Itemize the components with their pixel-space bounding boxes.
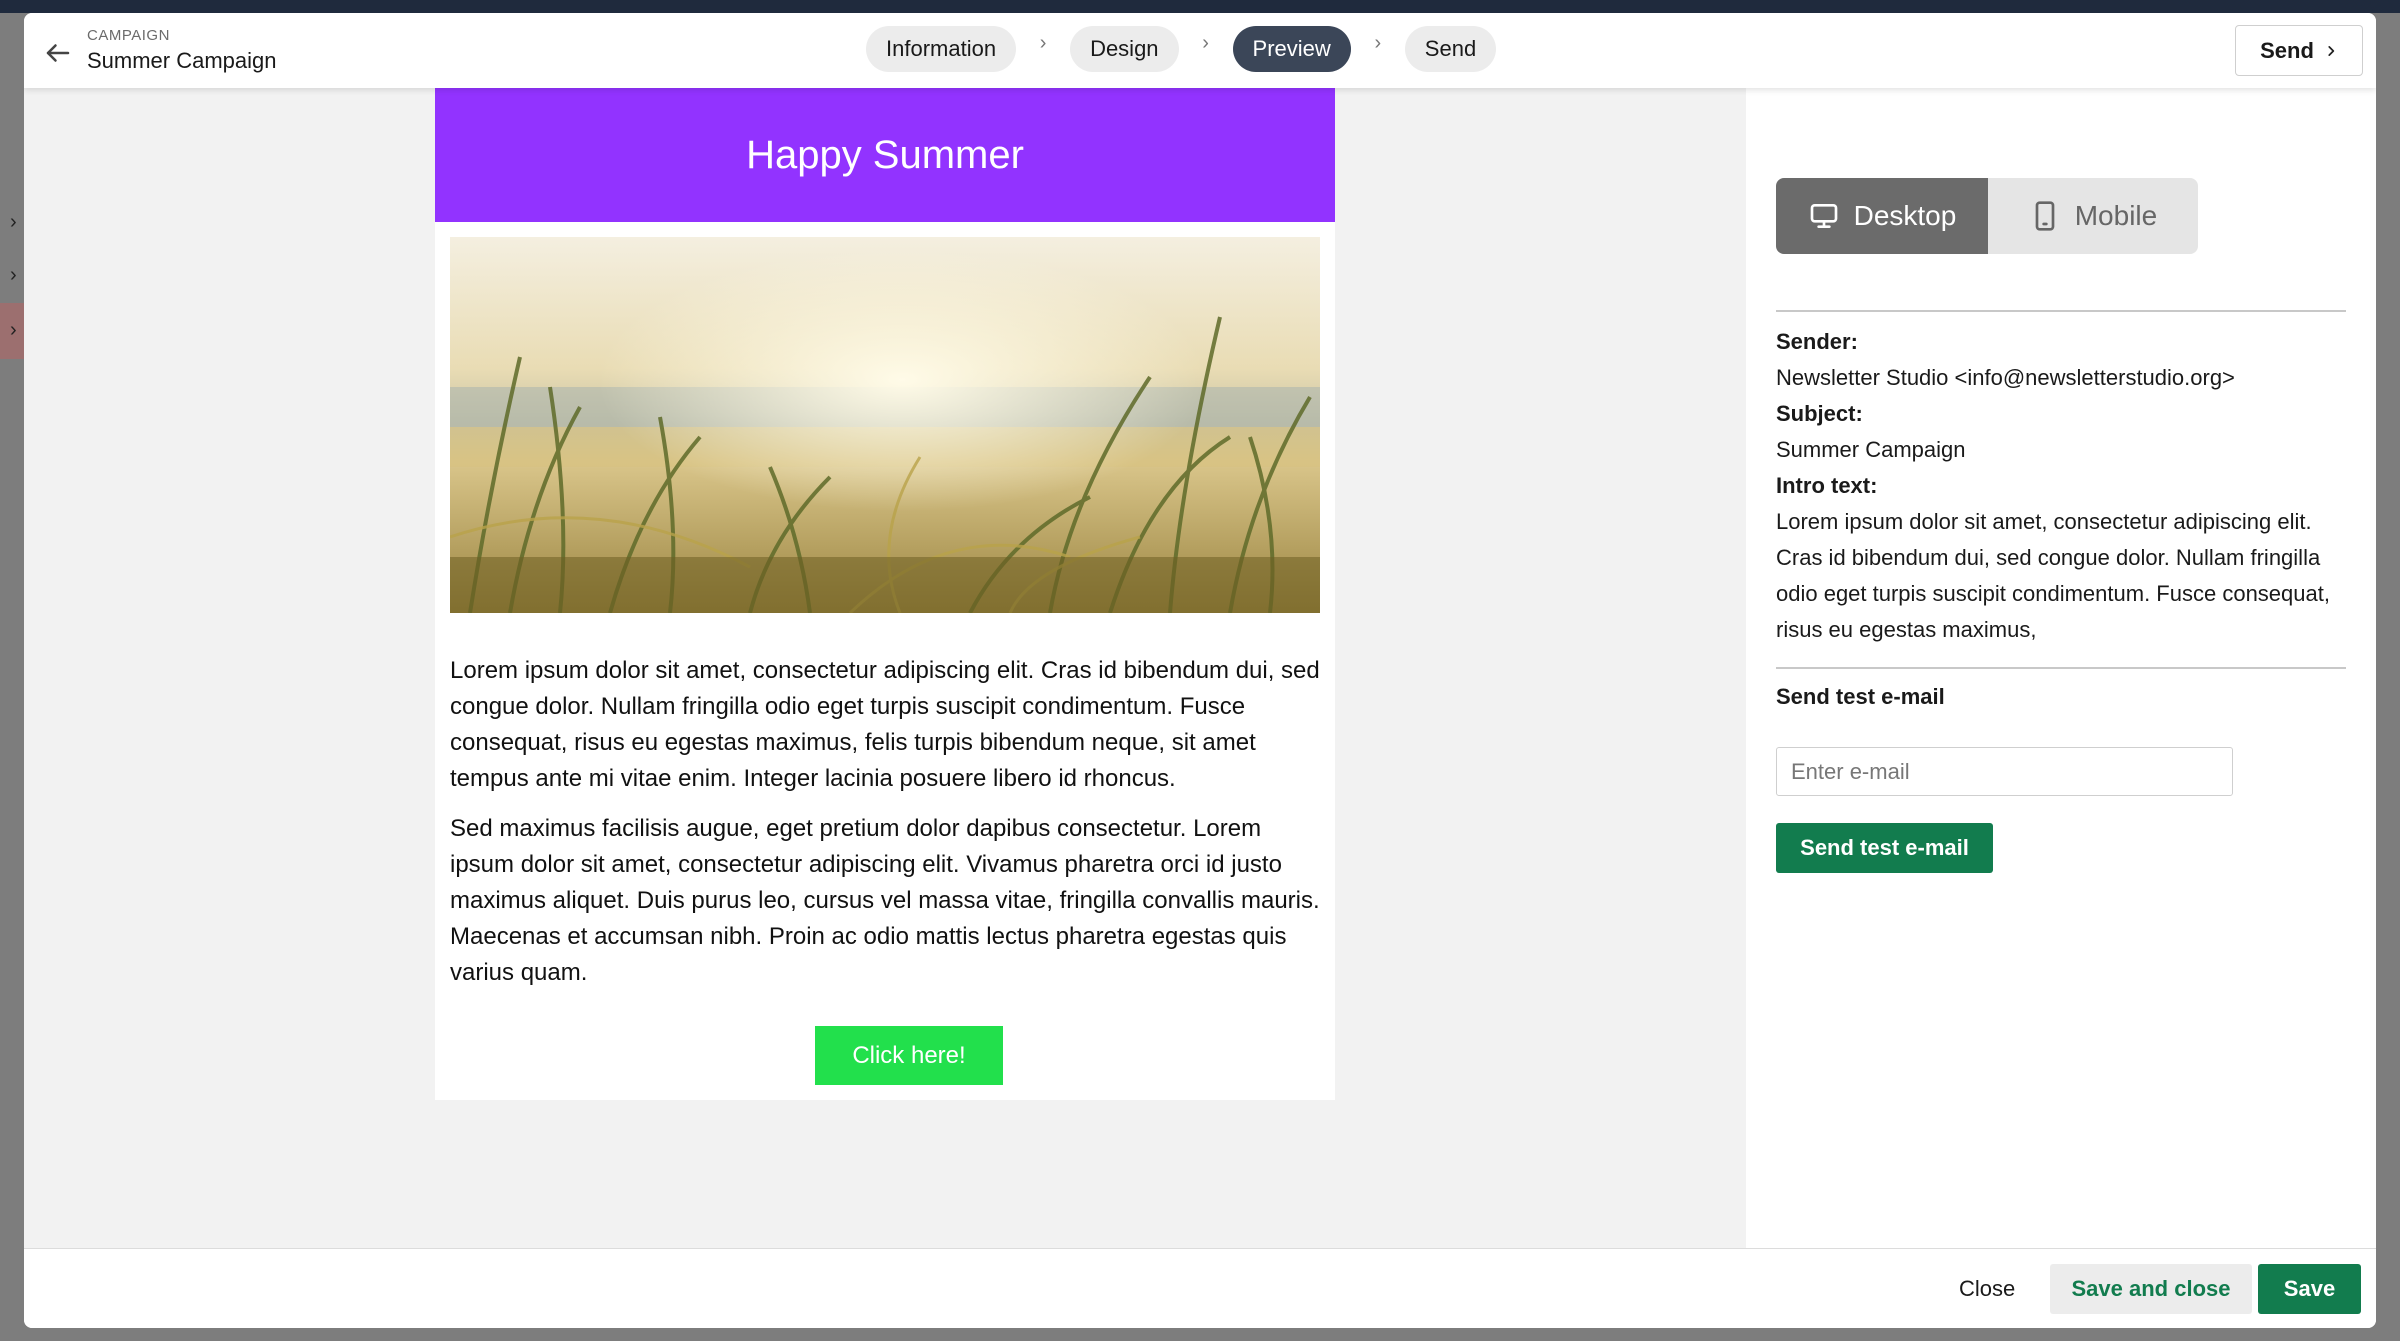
email-details: Sender: Newsletter Studio <info@newslett… [1776,324,2356,648]
test-email-input[interactable] [1776,747,2233,796]
chevron-right-icon [2328,45,2335,56]
send-test-title: Send test e-mail [1776,684,1945,709]
header-eyebrow: CAMPAIGN [87,27,170,44]
device-toggle: Desktop Mobile [1776,178,2198,254]
email-body: Lorem ipsum dolor sit amet, consectetur … [450,653,1322,1005]
step-navigation: Information › Design › Preview › Send [866,26,1497,72]
preview-settings-panel: Desktop Mobile Sender: Newsletter Studio… [1746,88,2376,1248]
modal-footer: Close Save and close Save [24,1248,2376,1328]
chevron-right-icon: › [10,319,17,341]
sender-value: Newsletter Studio <info@newsletterstudio… [1776,365,2235,390]
intro-text-value: Lorem ipsum dolor sit amet, consectetur … [1776,509,2330,642]
campaign-modal: CAMPAIGN Summer Campaign Information › D… [24,13,2376,1328]
email-preview: Happy Summer Lorem ipsum dolor sit amet,… [435,88,1335,1100]
chevron-right-icon: › [10,264,17,286]
divider [1776,310,2346,312]
save-and-close-button[interactable]: Save and close [2050,1264,2252,1314]
email-paragraph: Lorem ipsum dolor sit amet, consectetur … [450,657,1320,792]
chevron-right-icon: › [10,211,17,233]
mobile-toggle-button[interactable]: Mobile [1987,178,2198,254]
mobile-label: Mobile [2074,200,2158,231]
step-information[interactable]: Information [866,26,1017,72]
chevron-right-icon: › [1202,32,1209,54]
email-preview-area: Happy Summer Lorem ipsum dolor sit amet,… [24,88,1746,1248]
subject-label: Subject: [1776,401,1863,426]
chevron-right-icon: › [1374,32,1382,54]
mobile-icon [2035,201,2055,231]
email-paragraph: Sed maximus facilisis augue, eget pretiu… [450,815,1320,986]
step-preview[interactable]: Preview [1232,26,1351,72]
desktop-icon [1810,204,1837,228]
subject-value: Summer Campaign [1776,437,1966,462]
save-button[interactable]: Save [2258,1264,2361,1314]
close-button[interactable]: Close [1959,1276,2015,1302]
send-button[interactable]: Send [2235,25,2363,76]
arrow-left-icon [46,44,70,62]
desktop-label: Desktop [1853,200,1957,231]
campaign-title: Summer Campaign [87,48,277,73]
chevron-right-icon: › [1039,32,1047,54]
email-header: Happy Summer [435,88,1335,222]
modal-header: CAMPAIGN Summer Campaign Information › D… [24,13,2376,88]
step-send[interactable]: Send [1404,26,1497,72]
step-design[interactable]: Design [1070,26,1179,72]
sender-label: Sender: [1776,329,1858,354]
send-button-label: Send [2260,37,2314,63]
intro-text-label: Intro text: [1776,473,1878,498]
send-test-email-button[interactable]: Send test e-mail [1776,823,1993,873]
desktop-toggle-button[interactable]: Desktop [1776,178,1988,254]
email-cta-button[interactable]: Click here! [815,1026,1003,1085]
divider [1776,667,2346,669]
back-button[interactable] [38,33,78,73]
beach-grass-image [450,237,1320,613]
app-topbar [0,0,2400,13]
